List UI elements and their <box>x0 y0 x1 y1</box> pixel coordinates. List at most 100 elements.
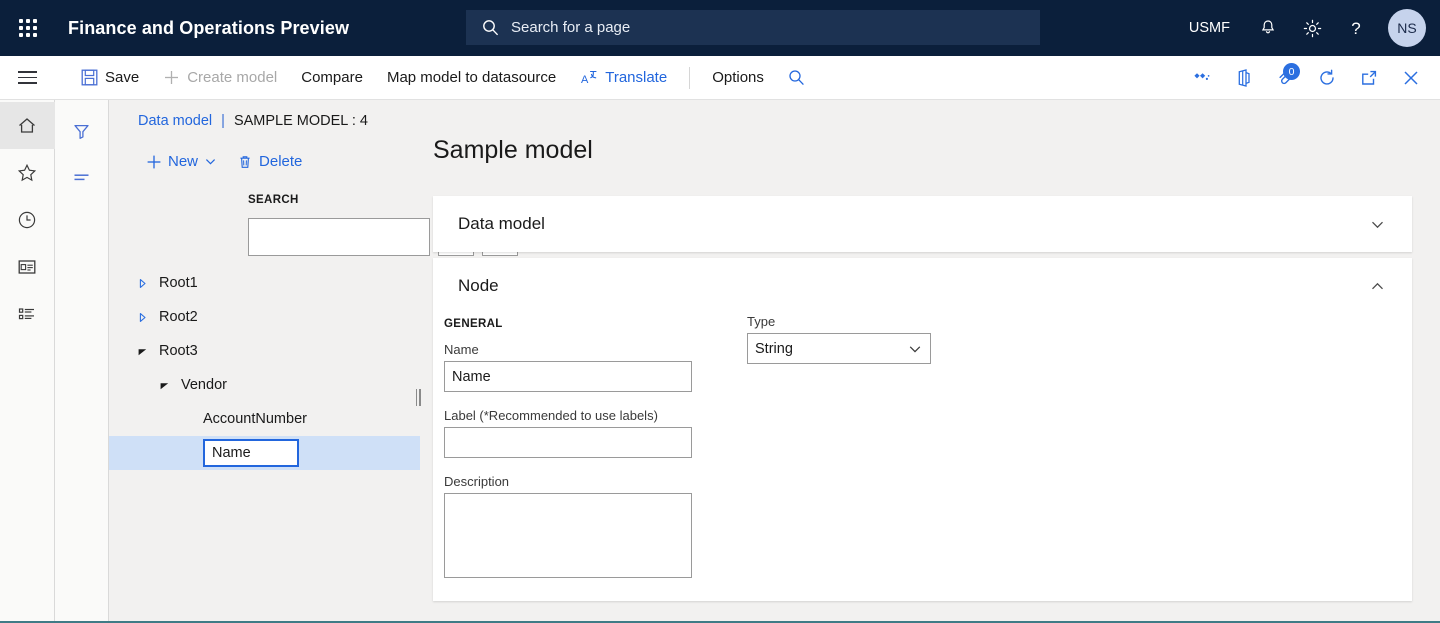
trash-icon <box>237 154 253 170</box>
tree-row[interactable] <box>109 436 420 470</box>
header-right-cluster: USMF ? NS <box>1173 0 1440 56</box>
tree-row[interactable]: Root3 <box>109 334 420 368</box>
chevron-down-icon[interactable] <box>1368 215 1387 234</box>
workspace-icon <box>16 256 38 278</box>
translate-button[interactable]: A Translate <box>568 56 679 100</box>
chevron-down-icon <box>204 155 217 168</box>
top-header: Finance and Operations Preview Search fo… <box>0 0 1440 56</box>
shapes-diamond-icon[interactable] <box>1180 56 1222 100</box>
nav-modules[interactable] <box>0 290 55 337</box>
notifications-bell-icon[interactable] <box>1246 6 1290 50</box>
avatar[interactable]: NS <box>1388 9 1426 47</box>
command-bar: Save Create model Compare Map model to d… <box>0 56 1440 100</box>
nav-favorites[interactable] <box>0 149 55 196</box>
filter-search-button[interactable] <box>776 56 817 100</box>
plus-icon <box>163 69 180 86</box>
breadcrumb-data-model-link[interactable]: Data model <box>138 113 212 129</box>
pane-splitter[interactable] <box>414 388 422 406</box>
breadcrumb-current: SAMPLE MODEL : 4 <box>233 113 368 129</box>
breadcrumb-divider: | <box>221 113 225 129</box>
nav-workspaces[interactable] <box>0 243 55 290</box>
search-input[interactable] <box>248 218 430 256</box>
search-icon <box>788 69 805 86</box>
field-description-label: Description <box>444 474 510 489</box>
save-button[interactable]: Save <box>69 56 151 100</box>
command-separator <box>689 66 691 89</box>
field-type-label: Type <box>747 314 776 329</box>
svg-text:A: A <box>581 74 589 86</box>
list-icon <box>16 303 38 325</box>
triangle-down-icon[interactable] <box>137 346 159 357</box>
chevron-right-icon[interactable] <box>137 312 159 323</box>
options-button[interactable]: Options <box>700 56 776 100</box>
secondary-rail <box>55 100 109 621</box>
company-selector[interactable]: USMF <box>1173 20 1246 36</box>
label-input[interactable] <box>444 427 692 458</box>
create-model-button[interactable]: Create model <box>151 56 289 100</box>
chevron-up-icon[interactable] <box>1368 277 1387 296</box>
close-icon[interactable] <box>1390 56 1432 100</box>
search-section-label: SEARCH <box>248 194 299 206</box>
name-input[interactable] <box>444 361 692 392</box>
fasttab-title: Node <box>458 276 499 295</box>
save-label: Save <box>105 69 140 86</box>
field-label: Label (*Recommended to use labels) <box>444 408 692 458</box>
delete-button[interactable]: Delete <box>229 148 310 175</box>
fasttab-data-model[interactable]: Data model <box>433 196 1412 252</box>
command-bar-items: Save Create model Compare Map model to d… <box>69 56 817 100</box>
refresh-icon[interactable] <box>1306 56 1348 100</box>
search-icon <box>482 19 499 36</box>
tree-row[interactable]: Root2 <box>109 300 420 334</box>
hamburger-menu-icon[interactable] <box>0 56 55 100</box>
triangle-down-icon[interactable] <box>159 380 181 391</box>
tree-node-label: Root1 <box>159 275 198 291</box>
chevron-down-icon <box>907 341 923 357</box>
fasttab-node-body: GENERAL Name Label (*Recommended to use … <box>433 314 1412 601</box>
app-launcher-button[interactable] <box>0 0 56 56</box>
save-disk-icon <box>81 69 98 86</box>
type-select[interactable]: String <box>747 333 931 364</box>
office-app-icon[interactable] <box>1222 56 1264 100</box>
detail-pane: Sample model Data model Node GENERAL Nam… <box>433 100 1440 621</box>
field-type: Type String <box>747 314 931 364</box>
settings-gear-icon[interactable] <box>1290 6 1334 50</box>
field-name: Name <box>444 342 692 392</box>
global-search-box[interactable]: Search for a page <box>466 10 1040 45</box>
compare-label: Compare <box>301 69 363 86</box>
workspace: Data model | SAMPLE MODEL : 4 New Delete <box>109 100 1440 621</box>
fasttab-title: Data model <box>458 214 545 233</box>
fasttab-node-header[interactable]: Node <box>433 258 1412 314</box>
field-name-label: Name <box>444 342 479 357</box>
new-button[interactable]: New <box>138 148 225 175</box>
help-question-icon[interactable]: ? <box>1334 6 1378 50</box>
svg-text:?: ? <box>1351 19 1360 38</box>
fasttab-node[interactable]: Node GENERAL Name Label (*Recommended to… <box>433 258 1412 601</box>
tree-node-label: AccountNumber <box>203 411 307 427</box>
tree-row[interactable]: AccountNumber <box>109 402 420 436</box>
map-model-to-datasource-button[interactable]: Map model to datasource <box>375 56 568 100</box>
map-model-label: Map model to datasource <box>386 69 557 86</box>
filter-pane-toggle[interactable] <box>55 108 109 154</box>
tree-node-name-editor[interactable] <box>203 439 299 467</box>
sort-lines-icon <box>71 167 92 188</box>
global-search-placeholder: Search for a page <box>511 19 631 36</box>
attachments-icon[interactable]: 0 <box>1264 56 1306 100</box>
tree-node-label: Root2 <box>159 309 198 325</box>
fasttab-data-model-header[interactable]: Data model <box>433 196 1412 252</box>
tree-row[interactable]: Root1 <box>109 266 420 300</box>
list-pane-toggle[interactable] <box>55 154 109 200</box>
star-icon <box>16 162 38 184</box>
navigation-rail <box>0 100 55 621</box>
chevron-right-icon[interactable] <box>137 278 159 289</box>
clock-icon <box>16 209 38 231</box>
create-model-label: Create model <box>187 69 278 86</box>
compare-button[interactable]: Compare <box>289 56 375 100</box>
open-in-new-window-icon[interactable] <box>1348 56 1390 100</box>
breadcrumb: Data model | SAMPLE MODEL : 4 <box>138 113 368 129</box>
tree-row[interactable]: Vendor <box>109 368 420 402</box>
nav-recent[interactable] <box>0 196 55 243</box>
nav-home[interactable] <box>0 102 55 149</box>
description-textarea[interactable] <box>444 493 692 578</box>
translate-icon: A <box>580 69 598 86</box>
options-label: Options <box>712 69 764 86</box>
